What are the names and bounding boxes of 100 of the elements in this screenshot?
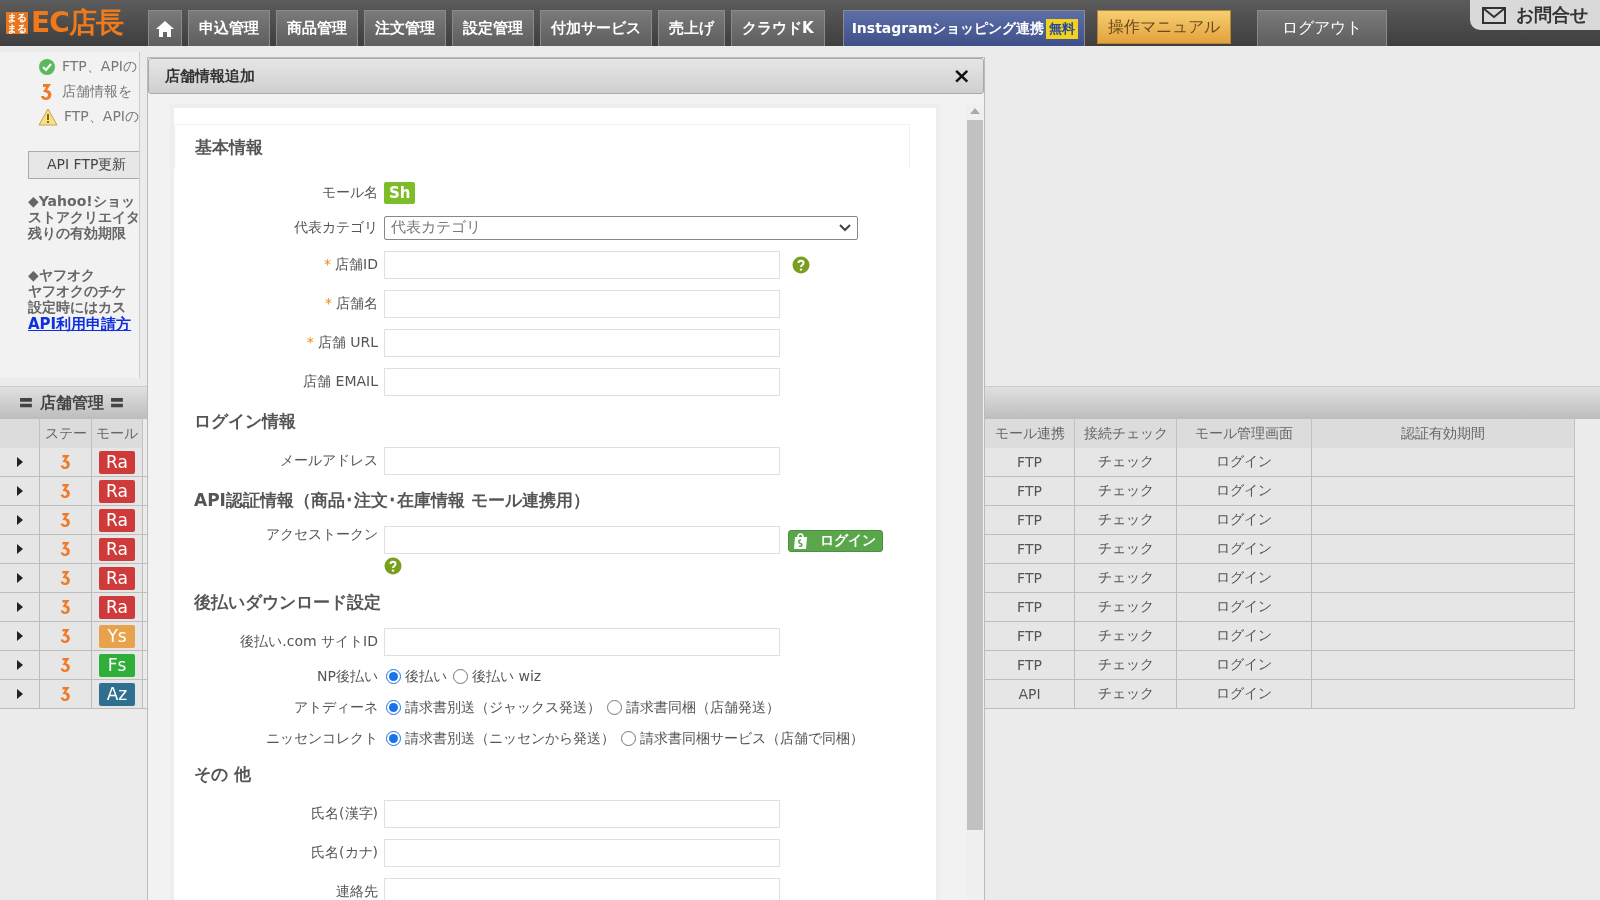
update-button[interactable]: API FTP更新	[28, 151, 139, 179]
radio-label: 請求書同梱サービス（店舗で同梱）	[640, 729, 864, 748]
login-link[interactable]: ログイン	[1177, 651, 1312, 680]
close-button[interactable]: ×	[952, 65, 971, 87]
check-link[interactable]: チェック	[1075, 535, 1177, 564]
nav-tab[interactable]: クラウドK	[731, 10, 825, 46]
table-cell: FTP	[985, 564, 1075, 593]
login-link[interactable]: ログイン	[1177, 593, 1312, 622]
text-field[interactable]	[384, 526, 780, 554]
expand-icon[interactable]	[16, 544, 23, 554]
text-field[interactable]	[384, 367, 780, 396]
expand-icon[interactable]	[16, 602, 23, 612]
column-header: 接続チェック	[1075, 419, 1177, 448]
text-field[interactable]	[384, 446, 780, 475]
login-link[interactable]: ログイン	[1177, 506, 1312, 535]
expand-icon[interactable]	[16, 573, 23, 583]
section-title: 後払いダウンロード設定	[194, 590, 381, 614]
column-header: モール管理画面	[1177, 419, 1312, 448]
text-field[interactable]	[384, 627, 780, 656]
check-link[interactable]: チェック	[1075, 680, 1177, 709]
login-link[interactable]: ログイン	[1177, 535, 1312, 564]
field-label: アトディーネ	[294, 698, 378, 717]
nav-tab[interactable]: 付加サービス	[540, 10, 652, 46]
radio-button[interactable]	[607, 700, 622, 715]
login-link[interactable]: ログイン	[1177, 477, 1312, 506]
scroll-thumb[interactable]	[967, 120, 983, 830]
field-label: アクセストークン	[266, 526, 378, 544]
radio-label: 後払い wiz	[472, 667, 542, 686]
check-link[interactable]: チェック	[1075, 506, 1177, 535]
table-cell: FTP	[985, 448, 1075, 477]
text-field[interactable]	[384, 289, 780, 318]
section-title: ログイン情報	[194, 409, 296, 433]
nav-tab[interactable]: 売上げ	[658, 10, 725, 46]
expand-icon[interactable]	[16, 631, 23, 641]
help-icon[interactable]	[384, 557, 402, 575]
help-icon[interactable]	[792, 255, 810, 274]
check-link[interactable]: チェック	[1075, 448, 1177, 477]
radio-button[interactable]	[386, 700, 401, 715]
required-mark: *	[324, 255, 332, 274]
section-title: 基本情報	[195, 135, 263, 159]
envelope-icon	[1482, 6, 1506, 24]
field-label: 代表カテゴリ	[294, 218, 378, 237]
expand-icon[interactable]	[16, 689, 23, 699]
table-cell: FTP	[985, 593, 1075, 622]
login-link[interactable]: ログイン	[1177, 448, 1312, 477]
check-link[interactable]: チェック	[1075, 622, 1177, 651]
required-mark: *	[306, 333, 314, 352]
radio-label: 請求書同梱（店舗発送）	[626, 698, 780, 717]
text-field[interactable]	[384, 328, 780, 357]
radio-button[interactable]	[453, 669, 468, 684]
logout-button[interactable]: ログアウト	[1257, 10, 1388, 46]
login-link[interactable]: ログイン	[1177, 564, 1312, 593]
text-field[interactable]	[384, 877, 780, 900]
column-header: モール連携	[985, 419, 1075, 448]
section-title: その 他	[194, 762, 251, 786]
field-label: NP後払い	[317, 667, 378, 686]
field-label: メールアドレス	[280, 451, 378, 470]
check-link[interactable]: チェック	[1075, 651, 1177, 680]
table-cell: FTP	[985, 506, 1075, 535]
contact-button[interactable]: お問合せ	[1470, 0, 1600, 30]
login-link[interactable]: ログイン	[1177, 622, 1312, 651]
expand-icon[interactable]	[16, 660, 23, 670]
note-text: ヤフオクのチケ	[28, 283, 127, 299]
nav-tab[interactable]: 設定管理	[452, 10, 534, 46]
text-field[interactable]	[384, 799, 780, 828]
instagram-link-button[interactable]: Instagramショッピング連携 無料	[842, 10, 1086, 46]
check-link[interactable]: チェック	[1075, 593, 1177, 622]
login-link[interactable]: ログイン	[1177, 680, 1312, 709]
note-text: ◆ヤフオク	[28, 267, 96, 283]
table-cell: FTP	[985, 622, 1075, 651]
field-label: ニッセンコレクト	[266, 729, 378, 748]
nav-tab[interactable]: 注文管理	[364, 10, 446, 46]
radio-label: 請求書別送（ニッセンから発送）	[405, 729, 615, 748]
manual-button[interactable]: 操作マニュアル	[1097, 10, 1232, 44]
table-cell: FTP	[985, 477, 1075, 506]
home-button[interactable]	[148, 10, 182, 46]
radio-button[interactable]	[386, 731, 401, 746]
expand-icon[interactable]	[16, 457, 23, 467]
text-field[interactable]	[384, 838, 780, 867]
warning-icon	[38, 107, 58, 126]
mall-badge: Ra	[99, 450, 135, 474]
scroll-up-icon[interactable]	[970, 108, 980, 114]
column-header: モール	[92, 419, 143, 448]
radio-button[interactable]	[386, 669, 401, 684]
radio-button[interactable]	[621, 731, 636, 746]
column-header: ステー	[40, 419, 92, 448]
field-label: 店舗 EMAIL	[303, 372, 378, 391]
mall-badge: Az	[99, 682, 135, 706]
check-link[interactable]: チェック	[1075, 564, 1177, 593]
nav-tab[interactable]: 申込管理	[188, 10, 270, 46]
nav-tab[interactable]: 商品管理	[276, 10, 358, 46]
legend-text: FTP、APIの	[62, 57, 137, 76]
api-link[interactable]: API利用申請方	[28, 315, 139, 333]
section-title: API認証情報（商品･注文･在庫情報 モール連携用）	[194, 488, 590, 512]
check-link[interactable]: チェック	[1075, 477, 1177, 506]
expand-icon[interactable]	[16, 486, 23, 496]
expand-icon[interactable]	[16, 515, 23, 525]
table-title: 〓 店舗管理 〓	[17, 392, 126, 414]
text-field[interactable]	[384, 250, 780, 279]
category-select[interactable]: 代表カテゴリ	[384, 215, 858, 240]
